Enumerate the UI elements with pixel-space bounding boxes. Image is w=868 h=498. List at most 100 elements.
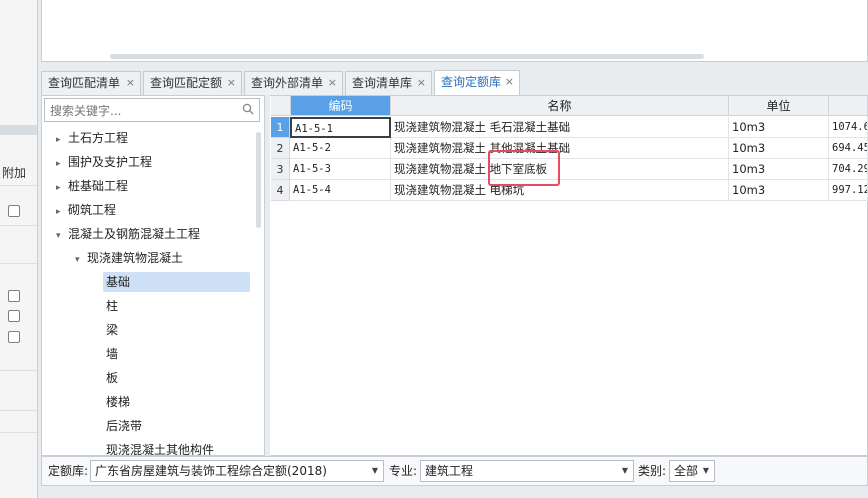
tab-query-match-list[interactable]: 查询匹配清单 × bbox=[41, 71, 141, 95]
attach-checkbox[interactable] bbox=[8, 310, 20, 322]
horizontal-scrollbar[interactable] bbox=[110, 54, 704, 59]
tree-item-cast-in-place-concrete[interactable]: ▾ 现浇建筑物混凝土 bbox=[75, 248, 183, 268]
column-header-price[interactable] bbox=[829, 96, 868, 116]
tree-item-label: 墙 bbox=[106, 347, 119, 361]
tree-item-beam[interactable]: 梁 bbox=[106, 320, 118, 340]
collapse-arrow-icon[interactable]: ▾ bbox=[75, 250, 87, 270]
row-number-header bbox=[271, 96, 291, 116]
tree-item-label: 基础 bbox=[106, 275, 131, 289]
attach-checkbox[interactable] bbox=[8, 290, 20, 302]
major-select[interactable]: 建筑工程 ▼ bbox=[420, 460, 634, 482]
tree-item-post-cast-strip[interactable]: 后浇带 bbox=[106, 416, 142, 436]
cell-price[interactable]: 704.29 bbox=[829, 159, 868, 180]
tree-item-masonry[interactable]: ▸ 砌筑工程 bbox=[56, 200, 116, 220]
quota-library-value: 广东省房屋建筑与装饰工程综合定额(2018) bbox=[95, 464, 327, 478]
attach-column-label: 附加 bbox=[2, 166, 27, 180]
tree-item-label: 现浇混凝土其他构件 bbox=[106, 443, 215, 455]
cell-unit[interactable]: 10m3 bbox=[729, 117, 829, 138]
dropdown-arrow-icon: ▼ bbox=[702, 466, 709, 475]
tree-item-label: 板 bbox=[106, 371, 119, 385]
search-icon[interactable] bbox=[242, 103, 254, 115]
close-icon[interactable]: × bbox=[328, 72, 337, 94]
expand-arrow-icon[interactable]: ▸ bbox=[56, 202, 68, 222]
cell-name[interactable]: 现浇建筑物混凝土 地下室底板 bbox=[391, 159, 729, 180]
cell-unit[interactable]: 10m3 bbox=[729, 138, 829, 159]
tab-query-external-list[interactable]: 查询外部清单 × bbox=[244, 71, 343, 95]
tree-item-other-members[interactable]: 现浇混凝土其他构件 bbox=[106, 440, 214, 455]
divider bbox=[0, 370, 37, 371]
divider bbox=[0, 263, 37, 264]
tab-query-quota-library[interactable]: 查询定额库 × bbox=[434, 70, 520, 96]
expand-arrow-icon[interactable]: ▸ bbox=[56, 178, 68, 198]
category-label: 类别: bbox=[638, 464, 667, 478]
cell-code[interactable]: A1-5-3 bbox=[290, 159, 391, 180]
attach-checkbox[interactable] bbox=[8, 205, 20, 217]
cell-price[interactable]: 997.12 bbox=[829, 180, 868, 201]
row-number[interactable]: 3 bbox=[271, 159, 290, 180]
left-side-panel: 附加 bbox=[0, 0, 38, 498]
column-header-unit[interactable]: 单位 bbox=[729, 96, 829, 116]
tab-query-list-library[interactable]: 查询清单库 × bbox=[345, 71, 432, 95]
collapse-arrow-icon[interactable]: ▾ bbox=[56, 226, 68, 246]
major-label: 专业: bbox=[389, 464, 418, 478]
tree-item-label: 楼梯 bbox=[106, 395, 131, 409]
divider bbox=[0, 432, 37, 433]
attach-checkbox[interactable] bbox=[8, 331, 20, 343]
tree-item-label: 柱 bbox=[106, 299, 119, 313]
row-number[interactable]: 4 bbox=[271, 180, 290, 201]
cell-price[interactable]: 1074.6 bbox=[829, 117, 868, 138]
close-icon[interactable]: × bbox=[126, 72, 135, 94]
tree-item-foundation[interactable]: 基础 bbox=[103, 272, 250, 292]
close-icon[interactable]: × bbox=[227, 72, 236, 94]
top-panel bbox=[41, 0, 868, 62]
cell-name[interactable]: 现浇建筑物混凝土 毛石混凝土基础 bbox=[391, 117, 729, 138]
tree-item-label: 土石方工程 bbox=[68, 131, 129, 145]
close-icon[interactable]: × bbox=[417, 72, 426, 94]
category-select[interactable]: 全部 ▼ bbox=[669, 460, 715, 482]
row-number[interactable]: 2 bbox=[271, 138, 290, 159]
left-panel-header bbox=[0, 125, 37, 135]
cell-name[interactable]: 现浇建筑物混凝土 其他混凝土基础 bbox=[391, 138, 729, 159]
tree-item-earthwork[interactable]: ▸ 土石方工程 bbox=[56, 128, 128, 148]
category-value: 全部 bbox=[674, 464, 699, 478]
column-header-name[interactable]: 名称 bbox=[391, 96, 729, 116]
tab-label: 查询匹配定额 bbox=[150, 76, 223, 90]
tree-item-pile-foundation[interactable]: ▸ 桩基础工程 bbox=[56, 176, 128, 196]
search-box[interactable] bbox=[44, 98, 260, 122]
column-header-code[interactable]: 编码 bbox=[291, 96, 391, 116]
row-number[interactable]: 1 bbox=[271, 117, 290, 138]
tree-item-concrete[interactable]: ▾ 混凝土及钢筋混凝土工程 bbox=[56, 224, 200, 244]
tab-label: 查询清单库 bbox=[352, 76, 413, 90]
expand-arrow-icon[interactable]: ▸ bbox=[56, 130, 68, 150]
divider bbox=[0, 185, 37, 186]
dropdown-arrow-icon: ▼ bbox=[371, 466, 378, 475]
cell-code[interactable]: A1-5-4 bbox=[290, 180, 391, 201]
expand-arrow-icon[interactable]: ▸ bbox=[56, 154, 68, 174]
close-icon[interactable]: × bbox=[505, 71, 514, 93]
tree-item-label: 桩基础工程 bbox=[68, 179, 129, 193]
cell-unit[interactable]: 10m3 bbox=[729, 159, 829, 180]
major-value: 建筑工程 bbox=[425, 464, 474, 478]
tab-label: 查询外部清单 bbox=[251, 76, 324, 90]
tree-item-wall[interactable]: 墙 bbox=[106, 344, 118, 364]
cell-code[interactable]: A1-5-2 bbox=[290, 138, 391, 159]
tree-item-label: 梁 bbox=[106, 323, 119, 337]
divider bbox=[0, 410, 37, 411]
tree-item-stairs[interactable]: 楼梯 bbox=[106, 392, 130, 412]
tree-item-support[interactable]: ▸ 围护及支护工程 bbox=[56, 152, 152, 172]
cell-unit[interactable]: 10m3 bbox=[729, 180, 829, 201]
tree-item-label: 围护及支护工程 bbox=[68, 155, 153, 169]
tree-item-slab[interactable]: 板 bbox=[106, 368, 118, 388]
tree-item-column[interactable]: 柱 bbox=[106, 296, 118, 316]
tree-item-label: 砌筑工程 bbox=[68, 203, 117, 217]
cell-code[interactable]: A1-5-1 bbox=[290, 117, 391, 138]
quota-library-select[interactable]: 广东省房屋建筑与装饰工程综合定额(2018) ▼ bbox=[90, 460, 384, 482]
cell-name[interactable]: 现浇建筑物混凝土 电梯坑 bbox=[391, 180, 729, 201]
dropdown-arrow-icon: ▼ bbox=[621, 466, 628, 475]
tree-item-label: 混凝土及钢筋混凝土工程 bbox=[68, 227, 201, 241]
tree-scrollbar[interactable] bbox=[256, 132, 261, 228]
tab-query-match-quota[interactable]: 查询匹配定额 × bbox=[143, 71, 242, 95]
highlight-annotation-box bbox=[488, 150, 560, 186]
cell-price[interactable]: 694.45 bbox=[829, 138, 868, 159]
search-input[interactable] bbox=[48, 100, 238, 122]
